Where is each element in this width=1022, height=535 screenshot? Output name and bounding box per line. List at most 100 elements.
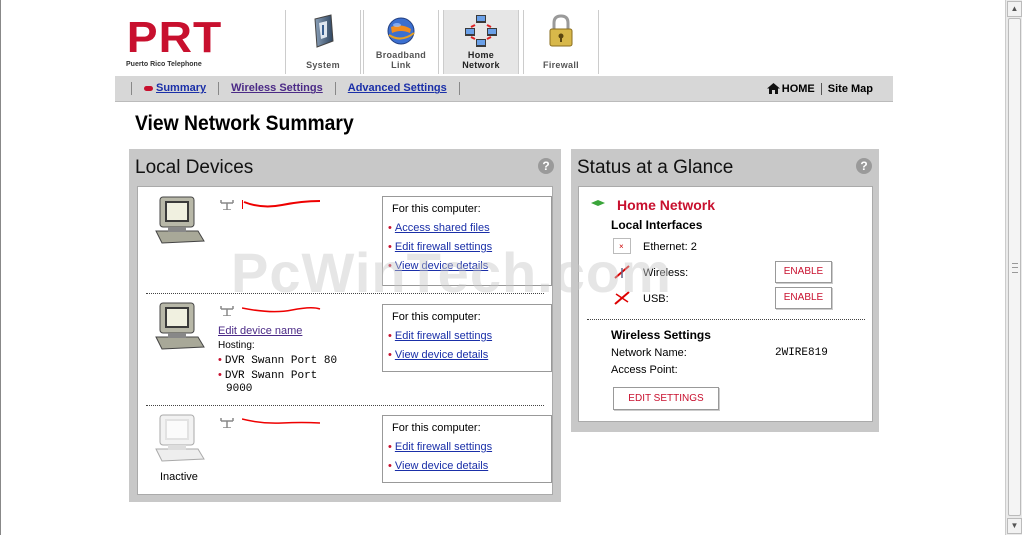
device-actions-box: For this computer: • Access shared files … — [382, 196, 552, 286]
action-item: • View device details — [388, 460, 489, 472]
scrollbar-thumb[interactable] — [1008, 18, 1021, 516]
page-title: View Network Summary — [135, 112, 354, 135]
nav-separator — [820, 83, 822, 96]
home-network-heading: Home Network — [617, 197, 716, 213]
ethernet-icon: × — [613, 238, 631, 254]
vertical-scrollbar[interactable]: ▲ ▼ — [1005, 0, 1022, 535]
local-devices-panel: Local Devices ? For this computer: • Acce… — [129, 149, 561, 502]
redacted-device-name — [242, 200, 321, 209]
divider — [146, 405, 544, 406]
padlock-icon — [549, 14, 573, 47]
network-connection-icon — [220, 306, 234, 316]
tab-system-label: System — [306, 60, 340, 70]
edit-settings-button[interactable]: EDIT SETTINGS — [613, 387, 719, 410]
actions-header: For this computer: — [392, 422, 481, 434]
usb-label: USB: — [643, 293, 669, 305]
globe-icon — [387, 17, 415, 45]
tab-home-network[interactable]: Home Network — [443, 10, 519, 74]
status-help-icon[interactable]: ? — [856, 158, 872, 174]
tab-system[interactable]: System — [285, 10, 361, 74]
access-shared-files-link[interactable]: Access shared files — [395, 222, 490, 234]
nav-wireless-settings-link[interactable]: Wireless Settings — [231, 82, 323, 94]
scrollbar-grip-icon — [1012, 263, 1018, 273]
sub-nav-bar: Summary Wireless Settings Advanced Setting… — [115, 76, 893, 102]
device-actions-box: For this computer: • Edit firewall settin… — [382, 415, 552, 483]
computer-icon — [155, 196, 205, 244]
enable-wireless-button[interactable]: ENABLE — [775, 261, 832, 283]
edit-firewall-settings-link[interactable]: Edit firewall settings — [395, 330, 492, 342]
local-devices-title: Local Devices — [135, 157, 254, 178]
nav-summary-link[interactable]: Summary — [156, 82, 206, 94]
action-item: • Edit firewall settings — [388, 441, 493, 453]
nav-separator — [458, 82, 460, 95]
logo-mark: PRT — [126, 13, 223, 62]
home-link[interactable]: HOME — [782, 83, 815, 95]
inactive-computer-icon — [155, 414, 205, 462]
tab-firewall[interactable]: Firewall — [523, 10, 599, 74]
logo-subtitle: Puerto Rico Telephone — [126, 61, 202, 68]
enable-usb-button[interactable]: ENABLE — [775, 287, 832, 309]
network-connection-icon — [220, 200, 234, 210]
nav-separator — [131, 82, 132, 95]
local-devices-help-icon[interactable]: ? — [538, 158, 554, 174]
redacted-device-name — [242, 418, 321, 424]
wireless-label: Wireless: — [643, 267, 689, 279]
local-devices-list: For this computer: • Access shared files … — [137, 186, 553, 495]
svg-text:×: × — [619, 242, 624, 251]
action-item: • Edit firewall settings — [388, 241, 493, 253]
device-entry: Inactive For this computer: • Edit firewa… — [138, 411, 552, 495]
edit-firewall-settings-link[interactable]: Edit firewall settings — [395, 241, 492, 253]
current-page-indicator-icon — [144, 86, 153, 91]
scroll-up-button[interactable]: ▲ — [1007, 1, 1022, 17]
hosting-item-continued: 9000 — [226, 383, 253, 395]
view-device-details-link[interactable]: View device details — [395, 460, 488, 472]
divider — [587, 319, 865, 320]
redacted-device-name — [242, 306, 321, 313]
prt-logo[interactable]: PRT Puerto Rico Telephone — [125, 13, 235, 72]
edit-device-name-link[interactable]: Edit device name — [218, 325, 302, 337]
action-item: • Edit firewall settings — [388, 330, 493, 342]
inactive-status: Inactive — [160, 471, 198, 483]
view-device-details-link[interactable]: View device details — [395, 349, 488, 361]
nav-right-links: HOME Site Map — [766, 83, 873, 96]
actions-header: For this computer: — [392, 203, 481, 215]
hosting-label: Hosting: — [218, 340, 255, 351]
tab-broadband-link[interactable]: Broadband Link — [363, 10, 439, 74]
network-icon — [465, 15, 497, 47]
browser-window: PRT Puerto Rico Telephone System Broadba… — [0, 0, 1005, 535]
status-title: Status at a Glance — [577, 157, 734, 178]
wireless-disabled-icon — [614, 265, 630, 279]
divider — [146, 293, 544, 294]
computer-icon — [155, 302, 205, 350]
nav-separator — [334, 82, 336, 95]
ethernet-status: Ethernet: 2 — [643, 241, 697, 253]
local-interfaces-heading: Local Interfaces — [611, 218, 703, 232]
tab-broadband-label: Broadband Link — [375, 50, 427, 70]
sub-nav-links: Summary Wireless Settings Advanced Setting… — [131, 82, 472, 95]
action-item: • Access shared files — [388, 222, 490, 234]
nav-advanced-settings-link[interactable]: Advanced Settings — [348, 82, 447, 94]
site-map-link[interactable]: Site Map — [828, 83, 873, 95]
tab-firewall-label: Firewall — [543, 60, 579, 70]
device-entry: For this computer: • Access shared files … — [138, 187, 552, 292]
view-device-details-link[interactable]: View device details — [395, 260, 488, 272]
usb-disabled-icon — [614, 291, 630, 305]
home-icon[interactable] — [766, 83, 780, 94]
nav-separator — [218, 82, 220, 95]
action-item: • View device details — [388, 349, 489, 361]
network-name-value: 2WIRE819 — [775, 347, 828, 359]
system-icon — [314, 14, 334, 48]
action-item: • View device details — [388, 260, 489, 272]
hosting-item: • DVR Swann Port 80 — [218, 354, 338, 367]
actions-header: For this computer: — [392, 311, 481, 323]
green-diamond-icon — [591, 200, 605, 206]
device-entry: Edit device name Hosting: • DVR Swann Por… — [138, 299, 552, 404]
edit-firewall-settings-link[interactable]: Edit firewall settings — [395, 441, 492, 453]
network-connection-icon — [220, 418, 234, 428]
hosting-item: • DVR Swann Port — [218, 369, 318, 382]
access-point-label: Access Point: — [611, 364, 678, 376]
status-at-a-glance-panel: Status at a Glance ? Home Network Local … — [571, 149, 879, 432]
scroll-down-button[interactable]: ▼ — [1007, 518, 1022, 534]
status-content: Home Network Local Interfaces × Ethernet… — [578, 186, 873, 422]
device-actions-box: For this computer: • Edit firewall settin… — [382, 304, 552, 372]
